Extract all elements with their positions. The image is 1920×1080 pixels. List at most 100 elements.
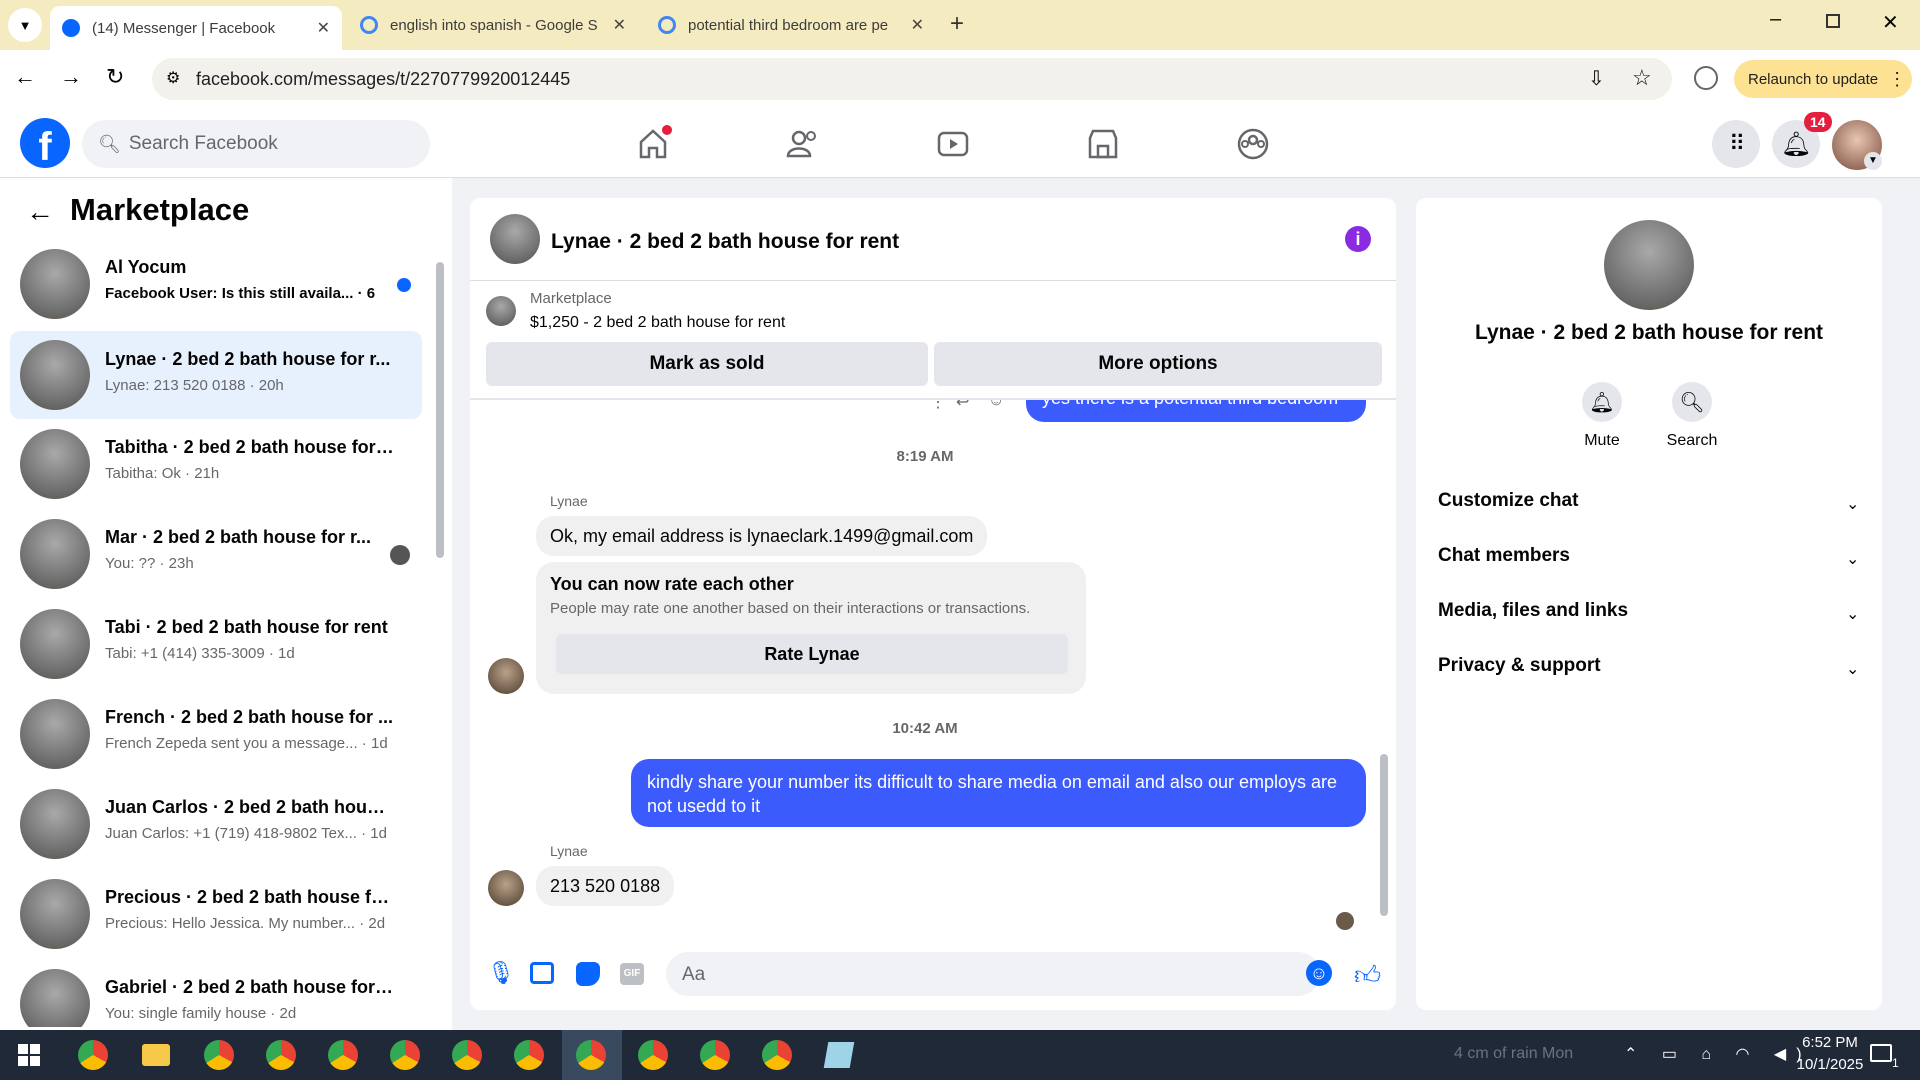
microphone-icon[interactable]: 🎙︎: [487, 960, 515, 986]
section-media-files[interactable]: Media, files and links: [1438, 600, 1628, 622]
close-tab-icon[interactable]: ✕: [317, 18, 330, 38]
gif-icon[interactable]: GIF: [620, 963, 644, 985]
profile-icon[interactable]: [1694, 66, 1718, 90]
react-icon[interactable]: ☺: [988, 400, 1004, 410]
menu-grid-button[interactable]: ⠿: [1712, 120, 1760, 168]
bookmark-star-icon[interactable]: ☆: [1632, 65, 1652, 91]
chevron-down-icon[interactable]: ⌄: [1846, 604, 1859, 624]
reload-icon[interactable]: ↻: [106, 64, 124, 90]
address-bar[interactable]: ⚙ facebook.com/messages/t/22707799200124…: [152, 58, 1672, 100]
emoji-icon[interactable]: ☺: [1306, 960, 1332, 986]
conversation-item[interactable]: French · 2 bed 2 bath house for ... Fren…: [10, 693, 422, 775]
relaunch-button[interactable]: Relaunch to update ⋮: [1734, 60, 1912, 98]
sidebar-scrollbar[interactable]: [436, 262, 444, 558]
forward-arrow-icon[interactable]: →: [60, 64, 82, 90]
tab-messenger[interactable]: (14) Messenger | Facebook ✕: [50, 6, 342, 50]
clock-time[interactable]: 6:52 PM: [1790, 1034, 1870, 1051]
chrome-taskbar-icon[interactable]: [762, 1040, 792, 1070]
info-icon[interactable]: i: [1345, 226, 1371, 252]
video-icon[interactable]: [933, 124, 973, 164]
system-tray-icons[interactable]: ⌃ ▭ ⌂ ◠ ◀): [1624, 1044, 1812, 1064]
chrome-taskbar-icon[interactable]: [78, 1040, 108, 1070]
site-settings-icon[interactable]: ⚙: [166, 68, 180, 88]
chrome-taskbar-icon[interactable]: [328, 1040, 358, 1070]
install-app-icon[interactable]: ⇩: [1588, 66, 1605, 91]
google-favicon-icon: [658, 16, 676, 34]
back-arrow-icon[interactable]: ←: [26, 196, 54, 228]
rating-title: You can now rate each other: [550, 574, 794, 594]
minimize-icon[interactable]: –: [1770, 8, 1781, 31]
conversation-name: Mar · 2 bed 2 bath house for r...: [105, 527, 372, 547]
close-tab-icon[interactable]: ✕: [911, 15, 924, 35]
app-taskbar-icon[interactable]: [823, 1042, 855, 1068]
section-customize-chat[interactable]: Customize chat: [1438, 490, 1578, 512]
chrome-taskbar-icon[interactable]: [638, 1040, 668, 1070]
chevron-down-icon[interactable]: ⌄: [1846, 494, 1859, 514]
mark-as-sold-button[interactable]: Mark as sold: [486, 342, 928, 386]
chat-scrollbar[interactable]: [1380, 754, 1388, 916]
listing-title[interactable]: $1,250 - 2 bed 2 bath house for rent: [530, 314, 785, 332]
conversation-preview: French Zepeda sent you a message... · 1d: [105, 735, 388, 752]
new-tab-icon[interactable]: +: [950, 10, 964, 38]
listing-thumbnail: [20, 969, 90, 1027]
chrome-taskbar-icon[interactable]: [390, 1040, 420, 1070]
chrome-taskbar-icon[interactable]: [514, 1040, 544, 1070]
section-chat-members[interactable]: Chat members: [1438, 545, 1570, 567]
more-icon[interactable]: ⋮: [930, 400, 946, 412]
clock-date[interactable]: 10/1/2025: [1790, 1056, 1870, 1073]
tab-title: english into spanish - Google S: [390, 16, 598, 34]
tab-search-button[interactable]: ▼: [8, 8, 42, 42]
kebab-menu-icon[interactable]: ⋮: [1888, 69, 1906, 90]
marketplace-icon[interactable]: [1083, 124, 1123, 164]
sticker-icon[interactable]: [576, 962, 600, 986]
search-in-chat-button[interactable]: 🔍︎: [1672, 382, 1712, 422]
home-icon[interactable]: [633, 124, 673, 164]
mute-button[interactable]: 🔔︎: [1582, 382, 1622, 422]
listing-thumbnail: [20, 609, 90, 679]
conversation-item[interactable]: Tabi · 2 bed 2 bath house for rent Tabi:…: [10, 603, 422, 685]
seen-avatar: [390, 545, 410, 565]
tab-google-search[interactable]: potential third bedroom are pe ✕: [646, 8, 936, 42]
reply-icon[interactable]: ↩: [956, 400, 969, 412]
more-options-button[interactable]: More options: [934, 342, 1382, 386]
conversation-name: French · 2 bed 2 bath house for ...: [105, 707, 394, 727]
close-tab-icon[interactable]: ✕: [613, 15, 626, 35]
chevron-down-icon[interactable]: ⌄: [1846, 659, 1859, 679]
sent-message-bubble[interactable]: kindly share your number its difficult t…: [631, 759, 1366, 827]
message-input[interactable]: Aa ☺: [666, 952, 1332, 996]
conversation-item[interactable]: Gabriel · 2 bed 2 bath house for ... You…: [10, 963, 422, 1027]
groups-icon[interactable]: [1233, 124, 1273, 164]
facebook-logo-icon[interactable]: f: [20, 118, 70, 168]
restore-icon[interactable]: [1826, 14, 1840, 28]
received-message-bubble[interactable]: Ok, my email address is lynaeclark.1499@…: [536, 516, 988, 556]
chrome-taskbar-icon[interactable]: [452, 1040, 482, 1070]
chrome-taskbar-icon[interactable]: [576, 1040, 606, 1070]
received-message-bubble[interactable]: 213 520 0188: [536, 866, 675, 906]
conversation-item[interactable]: Precious · 2 bed 2 bath house fo... Prec…: [10, 873, 422, 955]
chat-title[interactable]: Lynae · 2 bed 2 bath house for rent: [551, 230, 899, 254]
conversation-item[interactable]: Al Yocum Facebook User: Is this still av…: [10, 243, 422, 325]
search-placeholder: Search Facebook: [128, 133, 278, 154]
conversation-item[interactable]: Tabitha · 2 bed 2 bath house for ... Tab…: [10, 423, 422, 505]
friends-icon[interactable]: [783, 124, 823, 164]
conversation-item[interactable]: Juan Carlos · 2 bed 2 bath house... Juan…: [10, 783, 422, 865]
chrome-taskbar-icon[interactable]: [700, 1040, 730, 1070]
file-explorer-icon[interactable]: [142, 1044, 170, 1066]
window-close-icon[interactable]: ✕: [1882, 10, 1899, 35]
listing-thumbnail: [20, 789, 90, 859]
notification-center-icon[interactable]: [1870, 1044, 1892, 1062]
chrome-taskbar-icon[interactable]: [266, 1040, 296, 1070]
weather-widget[interactable]: 4 cm of rain Mon: [1454, 1045, 1573, 1063]
like-icon[interactable]: 👍︎: [1354, 960, 1381, 991]
conversation-item-selected[interactable]: Lynae · 2 bed 2 bath house for r... Lyna…: [10, 331, 422, 419]
tab-google-translate[interactable]: english into spanish - Google S ✕: [348, 8, 638, 42]
back-arrow-icon[interactable]: ←: [14, 64, 36, 90]
rate-user-button[interactable]: Rate Lynae: [556, 634, 1068, 674]
search-input[interactable]: 🔍︎ Search Facebook: [82, 120, 430, 168]
chevron-down-icon[interactable]: ⌄: [1846, 549, 1859, 569]
section-privacy-support[interactable]: Privacy & support: [1438, 655, 1601, 677]
chrome-taskbar-icon[interactable]: [204, 1040, 234, 1070]
photo-icon[interactable]: [530, 962, 554, 984]
conversation-item[interactable]: Mar · 2 bed 2 bath house for r... You: ?…: [10, 513, 422, 595]
windows-start-icon[interactable]: [18, 1044, 40, 1066]
